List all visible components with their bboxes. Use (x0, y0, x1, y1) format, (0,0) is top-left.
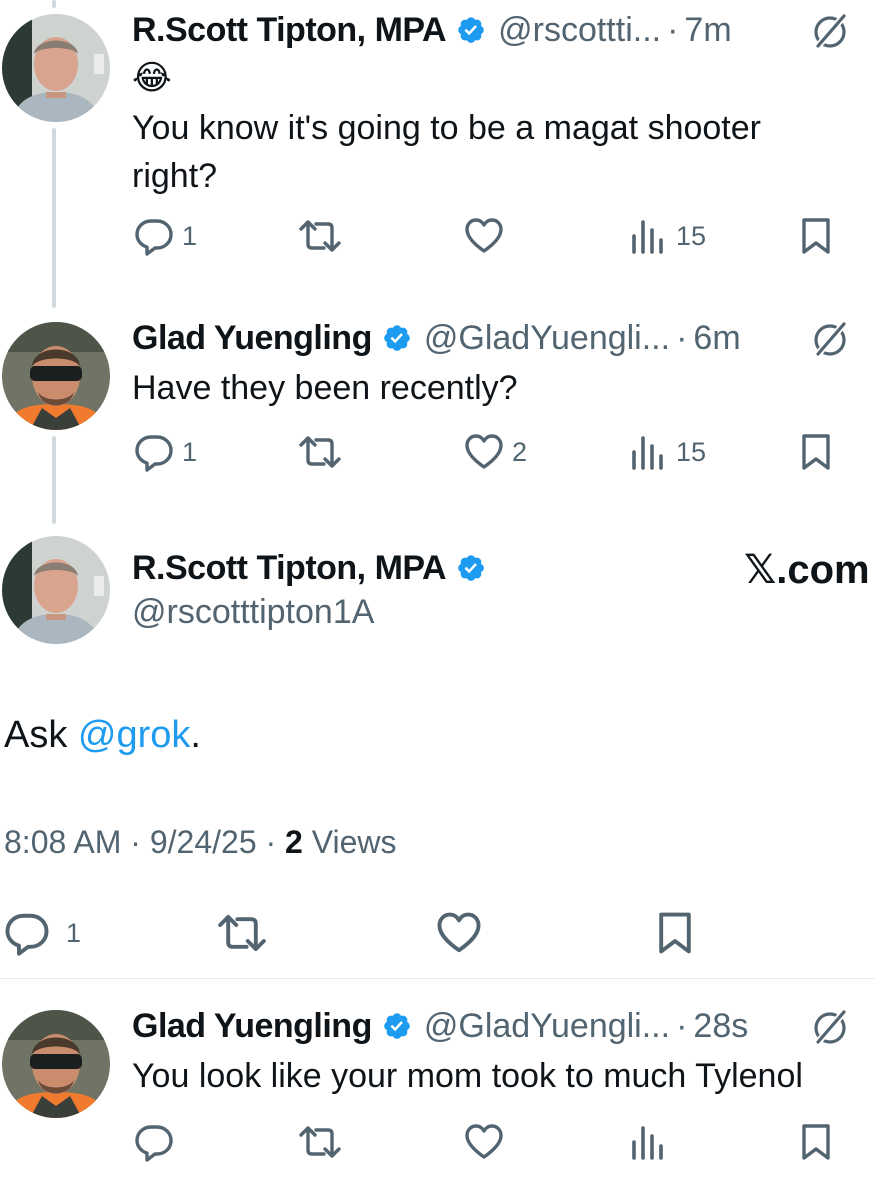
tweet-time[interactable]: 7m (684, 8, 731, 52)
author-handle[interactable]: @GladYuengli... (424, 1004, 670, 1048)
views-icon (628, 432, 668, 472)
separator: · (676, 1007, 688, 1045)
like-button[interactable] (464, 1122, 504, 1162)
like-button[interactable]: 2 (464, 432, 527, 472)
bookmark-icon (796, 432, 836, 472)
avatar[interactable] (2, 322, 110, 430)
bookmark-icon (796, 1122, 836, 1162)
tweet-header: R.Scott Tipton, MPA (132, 546, 486, 590)
reply-count: 1 (66, 917, 82, 948)
author-handle[interactable]: @GladYuengli... (424, 316, 670, 360)
author-handle[interactable]: @rscottti... (498, 8, 661, 52)
thread-line (52, 128, 56, 308)
verified-badge-icon (456, 553, 486, 583)
retweet-icon (298, 432, 342, 472)
timestamp[interactable]: 8:08 AM · 9/24/25 · (4, 824, 285, 860)
tweet-time[interactable]: 28s (693, 1004, 748, 1048)
tweet-header: R.Scott Tipton, MPA @rscottti... · 7m (132, 8, 732, 52)
reply-count: 1 (182, 436, 198, 467)
tweet-text: You look like your mom took to much Tyle… (132, 1057, 803, 1095)
bookmark-icon (652, 910, 698, 956)
grok-icon[interactable] (810, 1008, 850, 1048)
tweet-time[interactable]: 6m (693, 316, 740, 360)
retweet-icon (298, 216, 342, 256)
reply-button[interactable]: 1 (134, 216, 197, 256)
bookmark-icon (796, 216, 836, 256)
author-name[interactable]: R.Scott Tipton, MPA (132, 8, 447, 52)
reply-button[interactable] (134, 1122, 174, 1162)
views-button[interactable]: 15 (628, 216, 706, 256)
text-prefix: Ask (4, 714, 78, 756)
bookmark-button[interactable] (796, 432, 836, 472)
tweet-header: Glad Yuengling @GladYuengli... · 6m (132, 316, 741, 360)
like-count: 2 (512, 436, 528, 467)
thread-line (52, 0, 56, 8)
verified-badge-icon (382, 1011, 412, 1041)
retweet-icon (298, 1122, 342, 1162)
avatar[interactable] (2, 14, 110, 122)
mention-link[interactable]: @grok (78, 714, 191, 756)
avatar[interactable] (2, 536, 110, 644)
bookmark-button[interactable] (796, 1122, 836, 1162)
verified-badge-icon (456, 15, 486, 45)
views-button[interactable] (628, 1122, 668, 1162)
separator: · (667, 11, 679, 49)
like-icon (436, 910, 482, 956)
views-icon (628, 216, 668, 256)
separator: · (676, 319, 688, 357)
reply-icon (134, 216, 174, 256)
grok-icon[interactable] (810, 12, 850, 52)
reply-button[interactable]: 1 (4, 910, 81, 956)
tweet-meta: 8:08 AM · 9/24/25 · 2 Views (4, 824, 397, 861)
reply-icon (134, 1122, 174, 1162)
author-name[interactable]: Glad Yuengling (132, 316, 372, 360)
views-count: 2 (285, 824, 303, 860)
retweet-button[interactable] (216, 910, 268, 956)
reply-icon (4, 910, 50, 956)
like-icon (464, 216, 504, 256)
retweet-icon (216, 910, 268, 956)
views-button[interactable]: 15 (628, 432, 706, 472)
tweet-text: You know it's going to be a magat shoote… (132, 109, 761, 195)
bookmark-button[interactable] (652, 910, 698, 956)
xcom-watermark: 𝕏.com (744, 548, 870, 592)
views-label: Views (302, 824, 397, 860)
like-icon (464, 432, 504, 472)
reply-button[interactable]: 1 (134, 432, 197, 472)
emoji: 😂 (132, 59, 172, 97)
thread-line (52, 436, 56, 524)
divider (0, 978, 875, 979)
like-button[interactable] (436, 910, 482, 956)
bookmark-button[interactable] (796, 216, 836, 256)
views-count: 15 (676, 436, 707, 467)
reply-count: 1 (182, 220, 198, 251)
tweet-text: Have they been recently? (132, 369, 518, 407)
author-name[interactable]: Glad Yuengling (132, 1004, 372, 1048)
views-count: 15 (676, 220, 707, 251)
author-name[interactable]: R.Scott Tipton, MPA (132, 546, 447, 590)
retweet-button[interactable] (298, 1122, 342, 1162)
views-icon (628, 1122, 668, 1162)
like-button[interactable] (464, 216, 504, 256)
grok-icon[interactable] (810, 320, 850, 360)
reply-icon (134, 432, 174, 472)
tweet-header: Glad Yuengling @GladYuengli... · 28s (132, 1004, 748, 1048)
author-handle[interactable]: @rscotttipton1A (132, 590, 374, 634)
text-suffix: . (190, 714, 201, 756)
retweet-button[interactable] (298, 216, 342, 256)
like-icon (464, 1122, 504, 1162)
retweet-button[interactable] (298, 432, 342, 472)
avatar[interactable] (2, 1010, 110, 1118)
verified-badge-icon (382, 323, 412, 353)
tweet-text: Ask @grok. (4, 710, 201, 760)
